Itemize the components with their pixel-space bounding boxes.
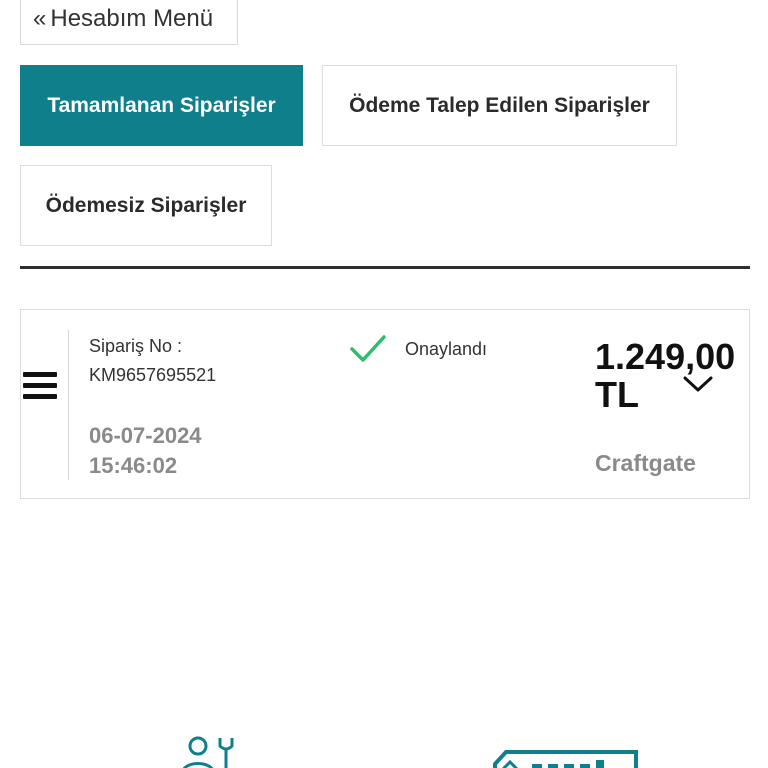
- tab-label: Ödemesiz Siparişler: [45, 193, 247, 217]
- chevron-down-icon[interactable]: [681, 372, 715, 398]
- support-tools-icon: [182, 736, 234, 768]
- back-button-label: Hesabım Menü: [50, 4, 214, 32]
- section-divider: [20, 266, 750, 269]
- order-status: Onaylandı: [405, 339, 488, 359]
- order-card[interactable]: Sipariş No : KM9657695521 06-07-2024 15:…: [20, 309, 750, 499]
- tab-label: Tamamlanan Siparişler: [47, 93, 276, 117]
- amount-currency: TL: [595, 374, 639, 415]
- amount-value: 1.249,00: [595, 336, 736, 377]
- order-number: KM9657695521: [89, 365, 217, 385]
- hamburger-menu-icon[interactable]: [23, 372, 57, 404]
- local-badge-icon: [493, 750, 638, 768]
- tab-payment-requested-orders[interactable]: Ödeme Talep Edilen Siparişler: [322, 65, 677, 146]
- check-icon: [350, 335, 386, 362]
- card-divider: [68, 330, 69, 480]
- payment-provider: Craftgate: [595, 450, 696, 476]
- order-datetime: 06-07-2024 15:46:02: [89, 421, 202, 481]
- order-amount: 1.249,00 TL: [595, 338, 751, 414]
- order-date: 06-07-2024: [89, 423, 202, 448]
- order-number-label: Sipariş No :: [89, 336, 183, 356]
- double-chevron-left-icon: «: [33, 4, 47, 32]
- tab-label: Ödeme Talep Edilen Siparişler: [349, 93, 650, 117]
- tab-completed-orders[interactable]: Tamamlanan Siparişler: [20, 65, 303, 146]
- back-to-account-menu-button[interactable]: « Hesabım Menü: [20, 0, 238, 45]
- order-time: 15:46:02: [89, 453, 178, 478]
- tab-unpaid-orders[interactable]: Ödemesiz Siparişler: [20, 165, 272, 246]
